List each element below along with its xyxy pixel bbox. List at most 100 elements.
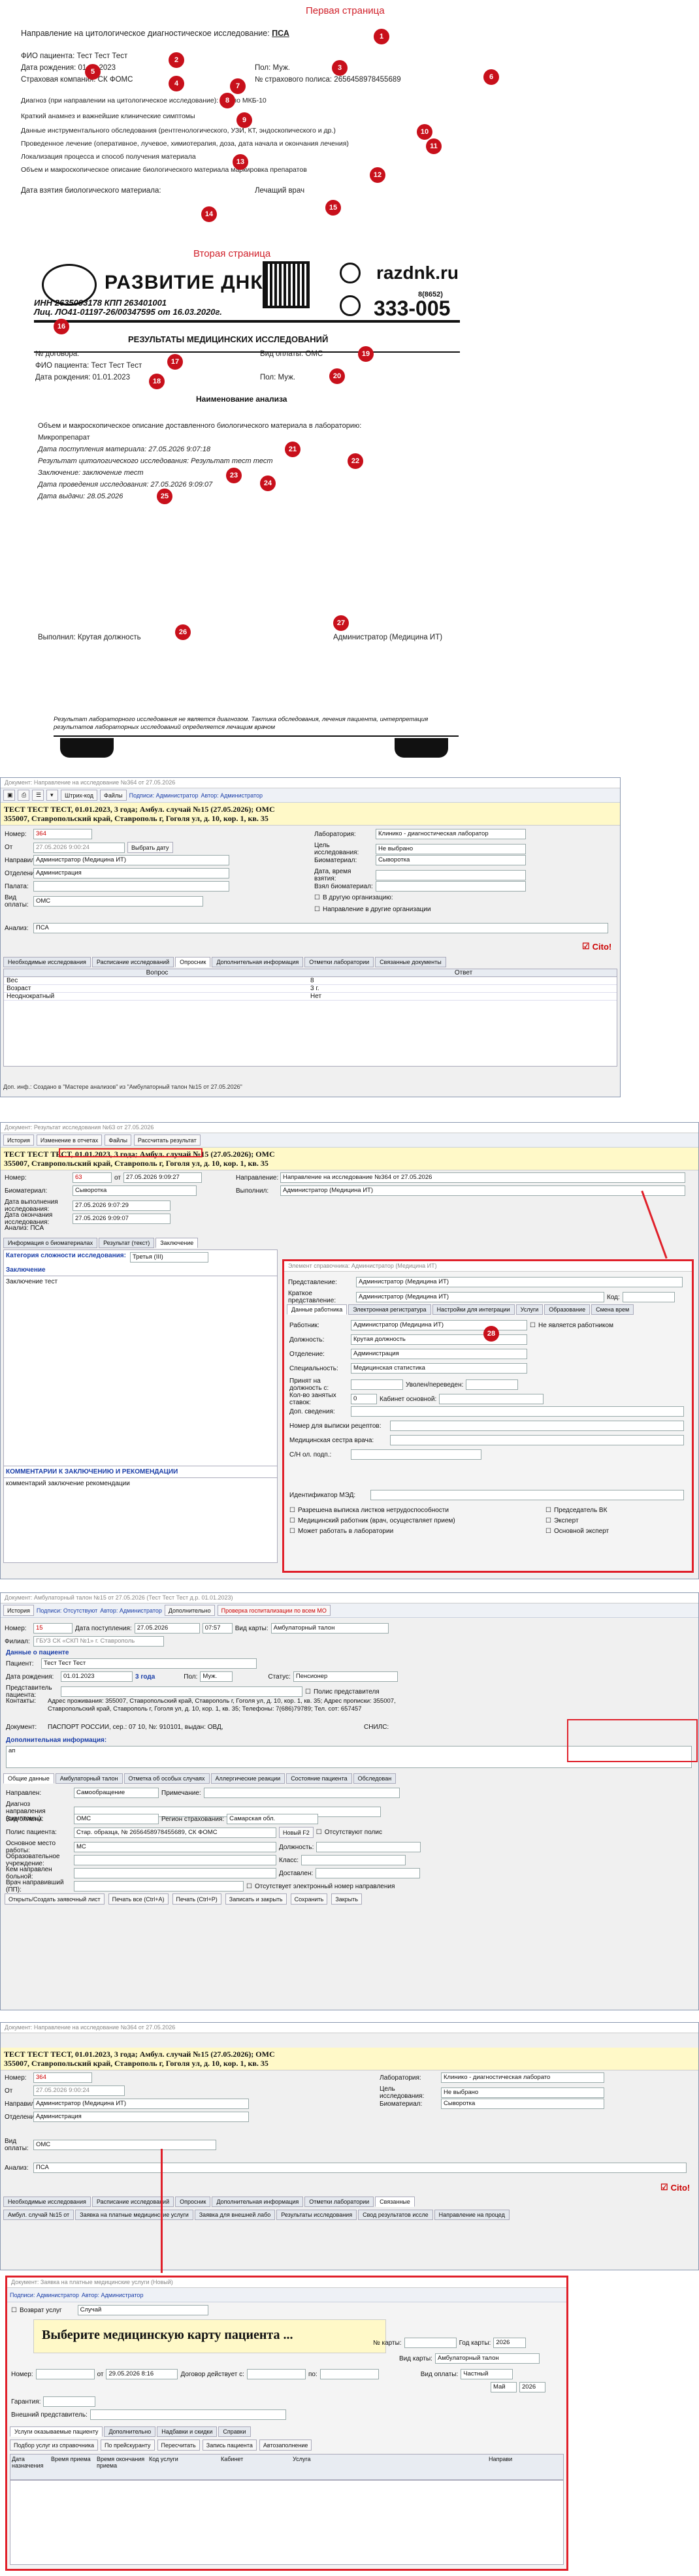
category-select[interactable]: Третья (III) bbox=[129, 1252, 208, 1263]
tab-extra-info[interactable]: Дополнительная информация bbox=[212, 2197, 304, 2207]
hosp-check-button[interactable]: Проверка госпитализации по всем МО bbox=[217, 1605, 331, 1616]
files-button[interactable]: Файлы bbox=[100, 790, 127, 801]
external-field[interactable] bbox=[89, 2409, 286, 2420]
lab-field[interactable]: Клинико - диагностическая лаборато bbox=[441, 2072, 604, 2083]
tab-lab-marks[interactable]: Отметки лаборатории bbox=[304, 957, 374, 967]
delivered-field[interactable] bbox=[316, 1868, 421, 1878]
table-row[interactable]: Неоднократный Нет bbox=[4, 993, 617, 1001]
tab-shift[interactable]: Смена врем bbox=[591, 1304, 634, 1315]
no-policy-checkbox[interactable]: ☐ bbox=[316, 1829, 322, 1836]
extra-field[interactable] bbox=[351, 1406, 684, 1417]
linked-tab[interactable]: Свод результатов иссле bbox=[358, 2210, 433, 2220]
date-field[interactable]: 27.05.2026 9:00:24 bbox=[33, 842, 125, 853]
linked-tab[interactable]: Амбул. случай №15 от bbox=[3, 2210, 74, 2220]
tab-exam[interactable]: Обследован bbox=[353, 1773, 397, 1784]
dob-field[interactable]: 01.01.2023 bbox=[61, 1671, 133, 1682]
electronic-checkbox[interactable]: ☐ bbox=[246, 1883, 252, 1890]
bed-field[interactable] bbox=[74, 1868, 276, 1878]
position-field[interactable]: Крутая должность bbox=[351, 1334, 527, 1345]
referred-field[interactable]: Самообращение bbox=[74, 1788, 159, 1798]
performer-field[interactable]: Администратор (Медицина ИТ) bbox=[280, 1185, 685, 1196]
signatures[interactable]: Подписи: Отсутствуют bbox=[37, 1607, 97, 1614]
number-field[interactable]: 63 bbox=[73, 1172, 112, 1183]
lab-field[interactable]: Клинико - диагностическая лаборатор bbox=[376, 829, 526, 839]
tab-special[interactable]: Отметка об особых случаях bbox=[123, 1773, 210, 1784]
lab-checkbox[interactable]: ☐ bbox=[289, 1528, 295, 1535]
main-expert-checkbox[interactable]: ☐ bbox=[545, 1528, 551, 1535]
short-field[interactable]: Администратор (Медицина ИТ) bbox=[356, 1292, 604, 1302]
author[interactable]: Автор: Администратор bbox=[201, 792, 263, 799]
history-button[interactable]: История bbox=[3, 1135, 34, 1146]
recipe-field[interactable] bbox=[390, 1421, 684, 1431]
tab-references[interactable]: Справки bbox=[218, 2426, 251, 2437]
cito-checkbox[interactable]: ☑ Cito! bbox=[660, 2182, 690, 2193]
not-worker-checkbox[interactable]: ☐ bbox=[530, 1322, 536, 1329]
payment-field[interactable]: Частный bbox=[461, 2369, 513, 2379]
code-field[interactable] bbox=[622, 1292, 675, 1302]
linked-tab[interactable]: Результаты исследования bbox=[276, 2210, 357, 2220]
date-field[interactable]: 29.05.2026 8:16 bbox=[106, 2369, 178, 2379]
tab-result-text[interactable]: Результат (текст) bbox=[99, 1238, 155, 1248]
date-field[interactable]: 27.05.2026 9:09:27 bbox=[123, 1172, 202, 1183]
return-checkbox[interactable]: ☐ bbox=[11, 2307, 17, 2314]
payment-select[interactable]: ОМС bbox=[33, 896, 203, 907]
date-field[interactable]: 27.05.2026 9:00:24 bbox=[33, 2085, 125, 2096]
contract-from[interactable] bbox=[246, 2369, 306, 2379]
tab-condition[interactable]: Состояние пациента bbox=[286, 1773, 352, 1784]
med-id-field[interactable] bbox=[370, 1490, 684, 1500]
recalc-button[interactable]: Пересчитать bbox=[157, 2439, 200, 2451]
tab-extra[interactable]: Дополнительно bbox=[104, 2426, 156, 2437]
linked-tab[interactable]: Заявка для внешней лабо bbox=[194, 2210, 276, 2220]
tab-allergy[interactable]: Аллергические реакции bbox=[210, 1773, 285, 1784]
tab-questionnaire[interactable]: Опросник bbox=[175, 2197, 211, 2207]
month-year-field[interactable]: 2026 bbox=[519, 2382, 545, 2392]
payment-select[interactable]: ОМС bbox=[33, 2140, 216, 2150]
doctor-field[interactable] bbox=[74, 1881, 244, 1892]
new-policy-button[interactable]: Новый F2 bbox=[279, 1827, 314, 1838]
position-field[interactable] bbox=[316, 1842, 421, 1852]
number-field[interactable]: 364 bbox=[33, 829, 92, 839]
sick-leave-checkbox[interactable]: ☐ bbox=[289, 1507, 295, 1514]
tab-worker[interactable]: Данные работника bbox=[287, 1304, 348, 1315]
tab-schedule[interactable]: Расписание исследований bbox=[91, 957, 174, 967]
services-grid[interactable] bbox=[10, 2480, 564, 2565]
signatures[interactable]: Подписи: Администратор bbox=[10, 2292, 79, 2298]
analysis-field[interactable]: ПСА bbox=[33, 2163, 687, 2173]
reports-button[interactable]: Изменение в отчетах bbox=[36, 1135, 103, 1146]
signatures[interactable]: Подписи: Администратор bbox=[129, 792, 199, 799]
room-field[interactable] bbox=[439, 1394, 544, 1404]
tab-required[interactable]: Необходимые исследования bbox=[3, 957, 91, 967]
fired-field[interactable] bbox=[466, 1379, 519, 1390]
chair-checkbox[interactable]: ☐ bbox=[545, 1507, 551, 1514]
expert-checkbox[interactable]: ☐ bbox=[545, 1517, 551, 1524]
tab-bio-info[interactable]: Информация о биоматериалах bbox=[3, 1238, 98, 1248]
other-org2-checkbox[interactable]: ☐ bbox=[314, 906, 320, 913]
barcode-button[interactable]: Штрих-код bbox=[61, 790, 97, 801]
files-button[interactable]: Файлы bbox=[105, 1135, 131, 1146]
sign-field[interactable] bbox=[351, 1449, 481, 1460]
patient-record-button[interactable]: Запись пациента bbox=[202, 2439, 257, 2451]
card-type-field[interactable]: Амбулаторный талон bbox=[270, 1623, 389, 1634]
tab-linked[interactable]: Связанные bbox=[375, 2197, 415, 2207]
tab-lab-marks[interactable]: Отметки лаборатории bbox=[304, 2197, 374, 2207]
close-button[interactable]: Закрыть bbox=[331, 1893, 363, 1905]
status-field[interactable]: Пенсионер bbox=[293, 1671, 398, 1682]
policy-field[interactable]: Стар. образца, № 2656458978455689, СК ФО… bbox=[74, 1827, 276, 1838]
create-sheet-button[interactable]: Открыть/Создать заявочный лист bbox=[5, 1893, 105, 1905]
rep-checkbox[interactable]: ☐ bbox=[305, 1688, 311, 1696]
biomaterial-field[interactable]: Сыворотка bbox=[73, 1185, 197, 1196]
specialty-field[interactable]: Медицинская статистика bbox=[351, 1363, 527, 1374]
worker-field[interactable]: Администратор (Медицина ИТ) bbox=[351, 1320, 527, 1330]
history-button[interactable]: История bbox=[3, 1605, 34, 1616]
print-icon[interactable]: ⎙ bbox=[18, 790, 29, 801]
tab-integration[interactable]: Настройки для интеграции bbox=[432, 1304, 515, 1315]
direction-field[interactable]: Направление на исследование №364 от 27.0… bbox=[280, 1172, 685, 1183]
table-row[interactable]: Возраст 3 г. bbox=[4, 985, 617, 993]
case-field[interactable]: Случай bbox=[77, 2305, 208, 2315]
date-field[interactable]: 27.05.2026 bbox=[134, 1623, 200, 1634]
note-field[interactable] bbox=[203, 1788, 400, 1798]
work-field[interactable]: МС bbox=[74, 1842, 276, 1852]
region-field[interactable]: Самарская обл. bbox=[227, 1814, 319, 1824]
view-field[interactable]: Администратор (Медицина ИТ) bbox=[356, 1277, 683, 1287]
med-worker-checkbox[interactable]: ☐ bbox=[289, 1517, 295, 1524]
